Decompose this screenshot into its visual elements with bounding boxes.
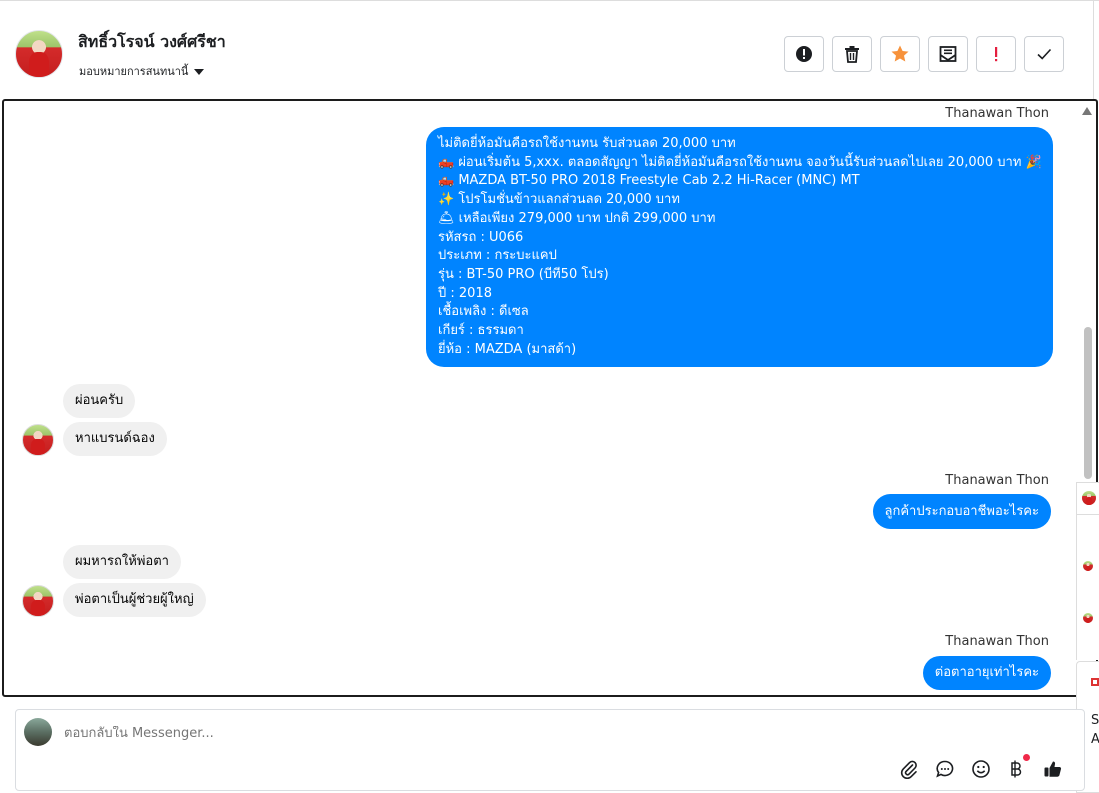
header-scroll-edge [1093, 1, 1099, 101]
star-button[interactable] [880, 36, 920, 72]
done-button[interactable] [1024, 36, 1064, 72]
envelope-icon [939, 46, 957, 62]
conversation-actions [784, 36, 1064, 72]
contact-avatar-small [22, 424, 54, 456]
outgoing-message-long: ไม่ติดยี่ห้อมันคือรถใช้งานทน รับส่วนลด 2… [426, 127, 1053, 368]
message-line: ไม่ติดยี่ห้อมันคือรถใช้งานทน รับส่วนลด 2… [438, 136, 736, 151]
message-line: 🛻 ผ่อนเริ่มต้น 5,xxx. ตลอดสัญญา ไม่ติดยี… [438, 154, 1042, 170]
attach-button[interactable] [898, 758, 920, 780]
message-line: ประเภท : กระบะแคป [438, 248, 557, 264]
outgoing-message: ลูกค้าประกอบอาชีพอะไรคะ [872, 494, 1051, 529]
star-icon [891, 45, 909, 62]
saved-replies-button[interactable] [934, 758, 956, 780]
follow-up-button[interactable] [976, 36, 1016, 72]
message-line: เชื้อเพลิง : ดีเซล [438, 304, 529, 320]
mark-unread-button[interactable] [928, 36, 968, 72]
message-line: 🛎 เหลือเพียง 279,000 บาท ปกติ 299,000 บา… [438, 210, 716, 226]
outgoing-message: ต่อตาอายุเท่าไรคะ [922, 656, 1051, 690]
overlay-list-fragment [1076, 515, 1099, 660]
delete-button[interactable] [832, 36, 872, 72]
caret-down-icon [194, 68, 205, 75]
sender-name: Thanawan Thon [945, 106, 1049, 121]
trash-icon [845, 46, 859, 63]
like-button[interactable] [1042, 758, 1064, 780]
alert-circle-icon [796, 46, 812, 62]
scrollbar-thumb[interactable] [1084, 327, 1092, 479]
message-thread[interactable]: Thanawan Thon ไม่ติดยี่ห้อมันคือรถใช้งาน… [2, 99, 1098, 697]
conversation-header: สิทธิ์วโรจน์ วงศ์ศรีชา มอบหมายการสนทนานี… [0, 0, 1099, 101]
incoming-message: หาแบรนด์ฉอง [63, 422, 167, 456]
exclamation-icon [995, 47, 998, 62]
scroll-up-arrow-icon[interactable] [1082, 107, 1092, 115]
composer-tools [898, 754, 1064, 780]
page-avatar [24, 718, 52, 746]
sender-name: Thanawan Thon [945, 634, 1049, 649]
emoji-icon [972, 760, 990, 778]
baht-icon [1011, 760, 1022, 778]
mini-avatar [1083, 561, 1093, 571]
mini-avatar [1082, 491, 1096, 505]
overlay-text: S [1091, 713, 1099, 728]
message-line: ปี : 2018 [438, 285, 492, 301]
check-icon [1037, 48, 1052, 60]
notification-dot [1023, 754, 1030, 761]
message-line: เกียร์ : ธรรมดา [438, 323, 524, 339]
message-line: ยี่ห้อ : MAZDA (มาสด้า) [438, 341, 577, 357]
reply-input[interactable] [64, 726, 864, 741]
contact-name[interactable]: สิทธิ์วโรจน์ วงศ์ศรีชา [78, 30, 226, 55]
incoming-message: พ่อตาเป็นผู้ช่วยผู้ใหญ่ [63, 583, 206, 617]
contact-avatar-small [22, 585, 54, 617]
sender-name: Thanawan Thon [945, 473, 1049, 488]
message-line: รหัสรถ : U066 [438, 229, 524, 245]
thumbs-up-icon [1044, 761, 1062, 777]
emoji-button[interactable] [970, 758, 992, 780]
chat-bubble-icon [936, 760, 954, 778]
overlay-panel-fragment [1076, 482, 1099, 515]
paperclip-icon [900, 760, 917, 779]
assign-conversation-dropdown[interactable]: มอบหมายการสนทนานี้ [79, 62, 205, 80]
overlay-text: A [1091, 732, 1099, 747]
contact-avatar[interactable] [15, 30, 63, 78]
assign-conversation-label: มอบหมายการสนทนานี้ [79, 65, 189, 78]
incoming-message: ผมหารถให้พ่อตา [63, 545, 181, 579]
message-line: ✨ โปรโมชั่นข้าวแลกส่วนลด 20,000 บาท [438, 192, 680, 208]
spam-button[interactable] [784, 36, 824, 72]
payment-button[interactable] [1006, 754, 1030, 780]
grid-icon [1091, 678, 1099, 686]
message-line: รุ่น : BT-50 PRO (บีที50 โปร) [438, 266, 609, 282]
incoming-message: ผ่อนครับ [63, 384, 136, 418]
mini-avatar [1083, 613, 1093, 623]
message-line: 🛻 MAZDA BT-50 PRO 2018 Freestyle Cab 2.2… [438, 173, 860, 189]
reply-composer [15, 709, 1085, 791]
